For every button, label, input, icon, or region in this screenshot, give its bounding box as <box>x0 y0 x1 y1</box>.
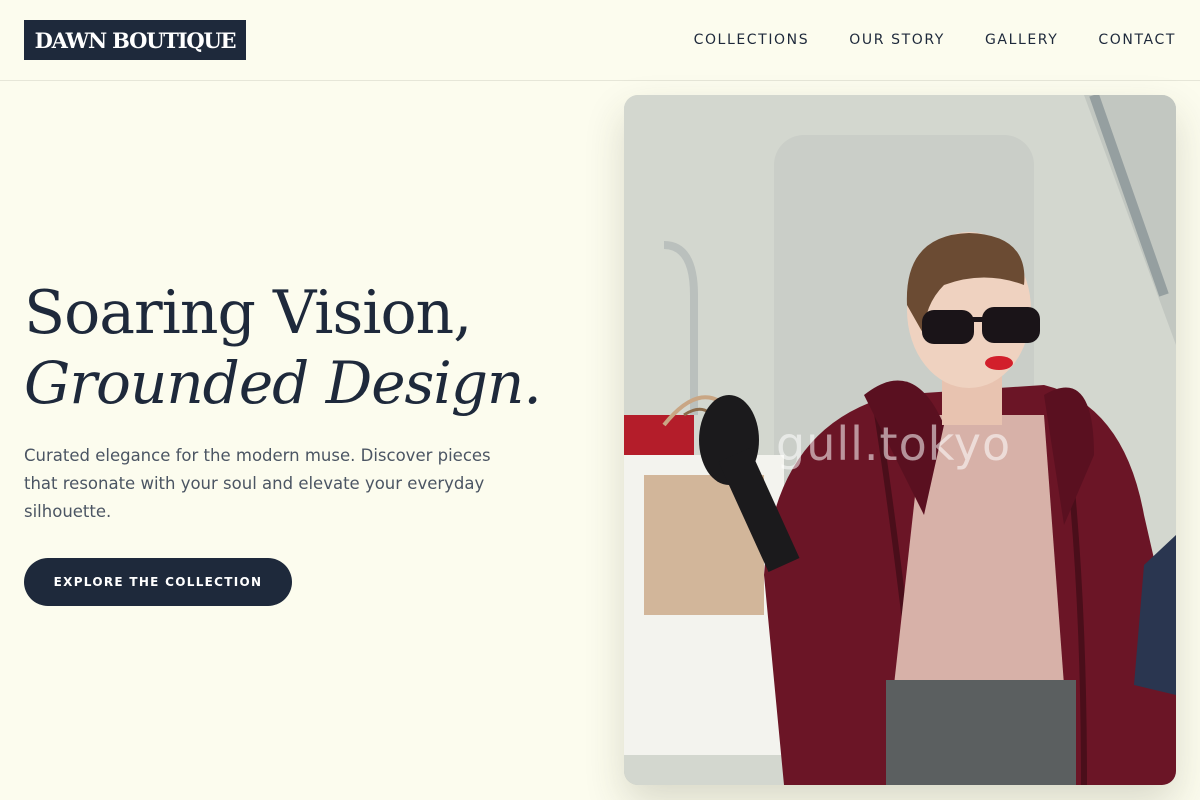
brand-logo[interactable]: DAWN BOUTIQUE <box>24 20 246 60</box>
hero-subtext: Curated elegance for the modern muse. Di… <box>24 446 491 521</box>
nav-item-gallery[interactable]: GALLERY <box>985 30 1058 50</box>
hero-headline-line1: Soaring Vision, <box>24 278 472 348</box>
nav-item-our-story[interactable]: OUR STORY <box>849 30 945 50</box>
image-watermark: gull.tokyo <box>776 417 1012 471</box>
nav-item-contact[interactable]: CONTACT <box>1098 30 1176 50</box>
main-nav: COLLECTIONS OUR STORY GALLERY CONTACT <box>694 30 1176 50</box>
explore-collection-button[interactable]: EXPLORE THE COLLECTION <box>24 558 292 606</box>
nav-item-collections[interactable]: COLLECTIONS <box>694 30 810 50</box>
site-header: DAWN BOUTIQUE COLLECTIONS OUR STORY GALL… <box>0 0 1200 81</box>
hero-headline: Soaring Vision, Grounded Design. <box>24 278 604 418</box>
hero-headline-line2: Grounded Design. <box>24 349 542 417</box>
hero-image: gull.tokyo <box>624 95 1176 785</box>
